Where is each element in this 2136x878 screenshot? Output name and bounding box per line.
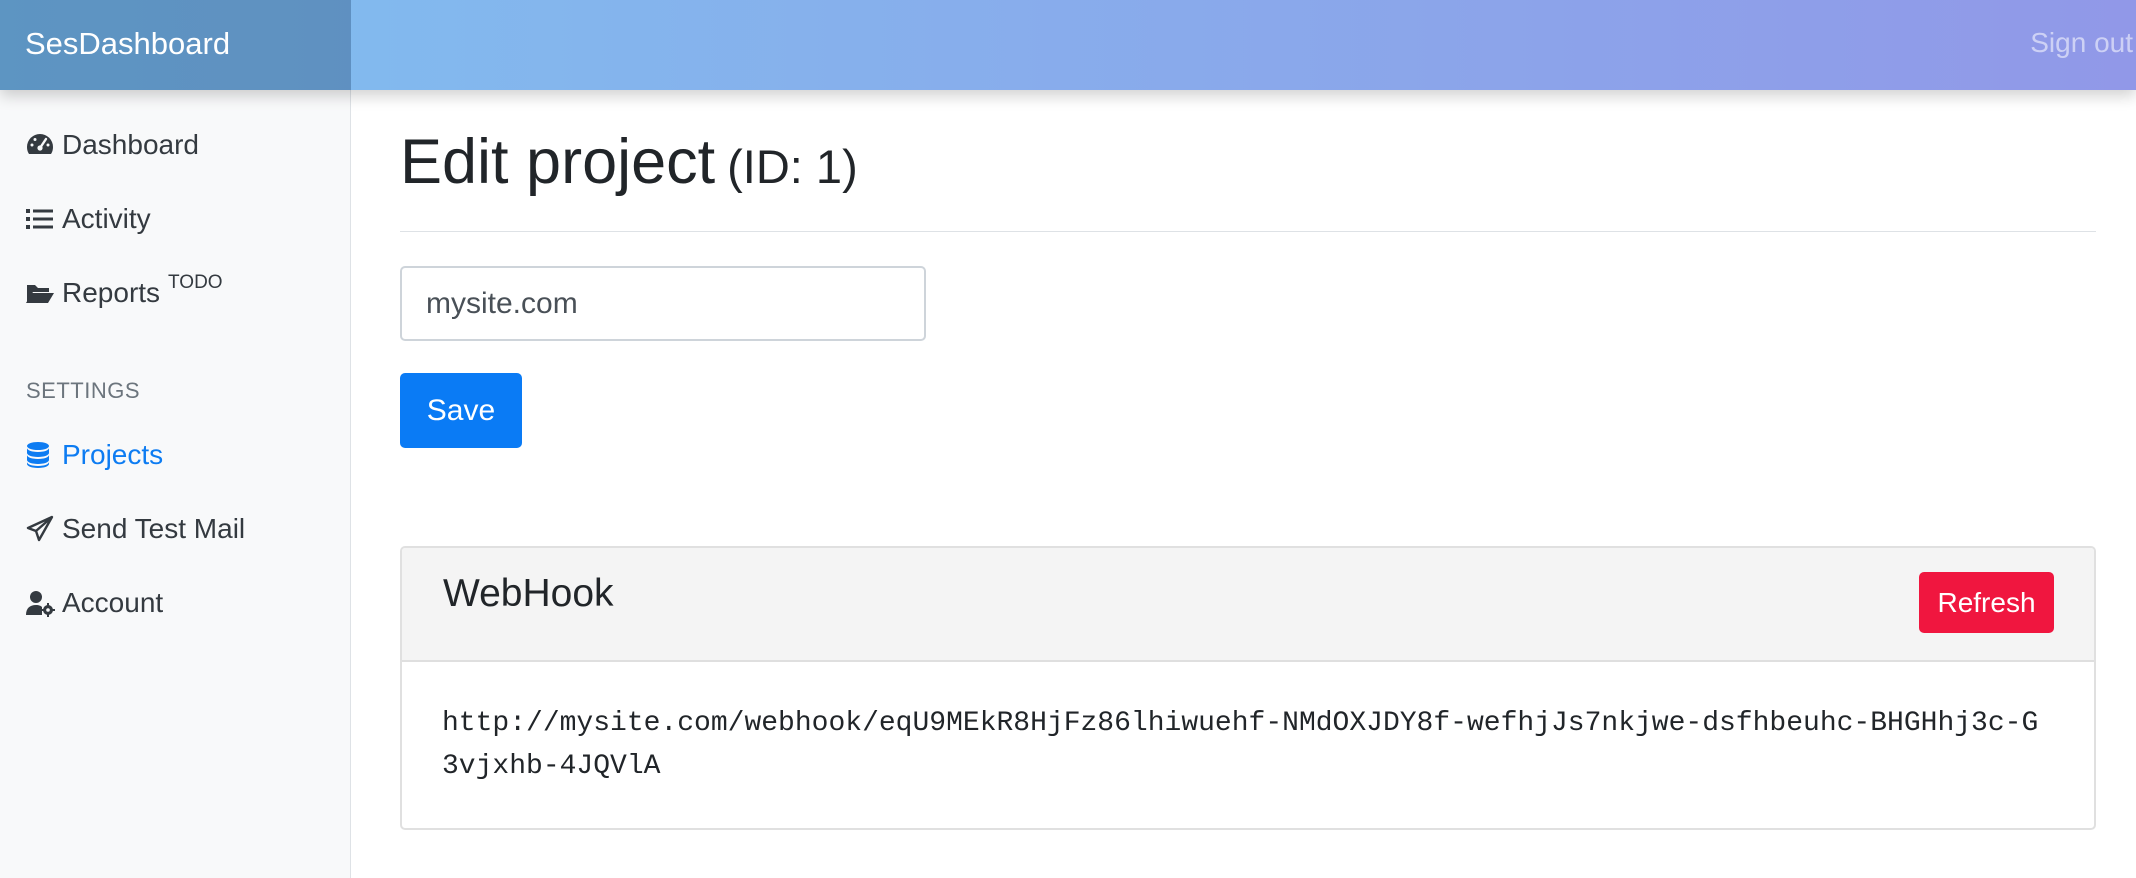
user-cog-icon: [25, 588, 58, 618]
database-icon: [25, 440, 58, 470]
tachometer-icon: [25, 130, 58, 160]
list-icon: [25, 204, 58, 234]
todo-badge: TODO: [168, 272, 223, 293]
brand-logo[interactable]: SesDashboard: [0, 0, 351, 90]
webhook-card-body: http://mysite.com/webhook/eqU9MEkR8HjFz8…: [402, 662, 2094, 828]
sidebar-item-activity[interactable]: Activity: [25, 199, 151, 239]
sidebar-item-account[interactable]: Account: [25, 583, 163, 623]
sidebar-item-dashboard[interactable]: Dashboard: [25, 125, 199, 165]
page-title: Edit project (ID: 1): [400, 126, 858, 198]
sidebar-item-reports[interactable]: Reports TODO: [25, 272, 223, 313]
sidebar-item-label: Dashboard: [62, 129, 199, 160]
sidebar-item-label: Activity: [62, 203, 151, 234]
sign-out-link[interactable]: Sign out: [2030, 0, 2136, 90]
sidebar: Dashboard Activity Reports TODO SETTINGS…: [0, 90, 351, 878]
paper-plane-icon: [25, 514, 58, 544]
title-divider: [400, 231, 2096, 232]
page-title-text: Edit project: [400, 127, 716, 197]
sidebar-item-projects[interactable]: Projects: [25, 435, 163, 475]
top-navbar: SesDashboard Sign out: [0, 0, 2136, 90]
settings-section-heading: SETTINGS: [26, 378, 141, 403]
sidebar-item-label: Reports: [62, 277, 161, 308]
project-name-input[interactable]: [400, 266, 926, 341]
webhook-url[interactable]: http://mysite.com/webhook/eqU9MEkR8HjFz8…: [442, 702, 2054, 788]
folder-open-icon: [25, 278, 58, 308]
webhook-card-title: WebHook: [443, 572, 614, 615]
sidebar-item-label: Projects: [62, 439, 164, 470]
webhook-card-header: WebHook Refresh: [402, 548, 2094, 662]
webhook-card: WebHook Refresh http://mysite.com/webhoo…: [400, 546, 2096, 830]
sidebar-item-label: Send Test Mail: [62, 513, 246, 544]
save-button[interactable]: Save: [400, 373, 522, 448]
refresh-button[interactable]: Refresh: [1919, 572, 2054, 633]
project-id-label: (ID: 1): [727, 140, 858, 193]
sidebar-item-label: Account: [62, 587, 164, 618]
sidebar-item-send-test-mail[interactable]: Send Test Mail: [25, 509, 245, 549]
